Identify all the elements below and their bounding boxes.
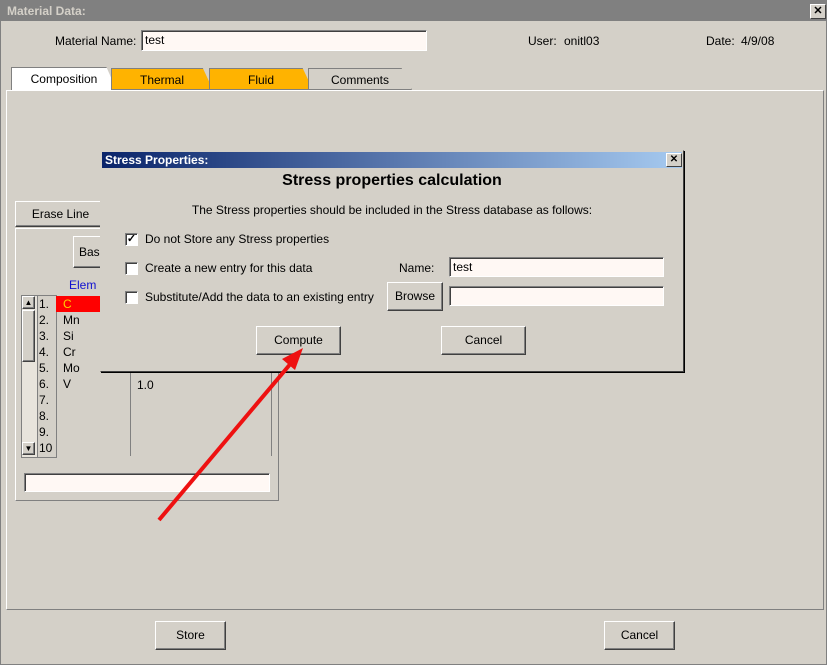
annotation-arrow-icon bbox=[157, 348, 303, 522]
